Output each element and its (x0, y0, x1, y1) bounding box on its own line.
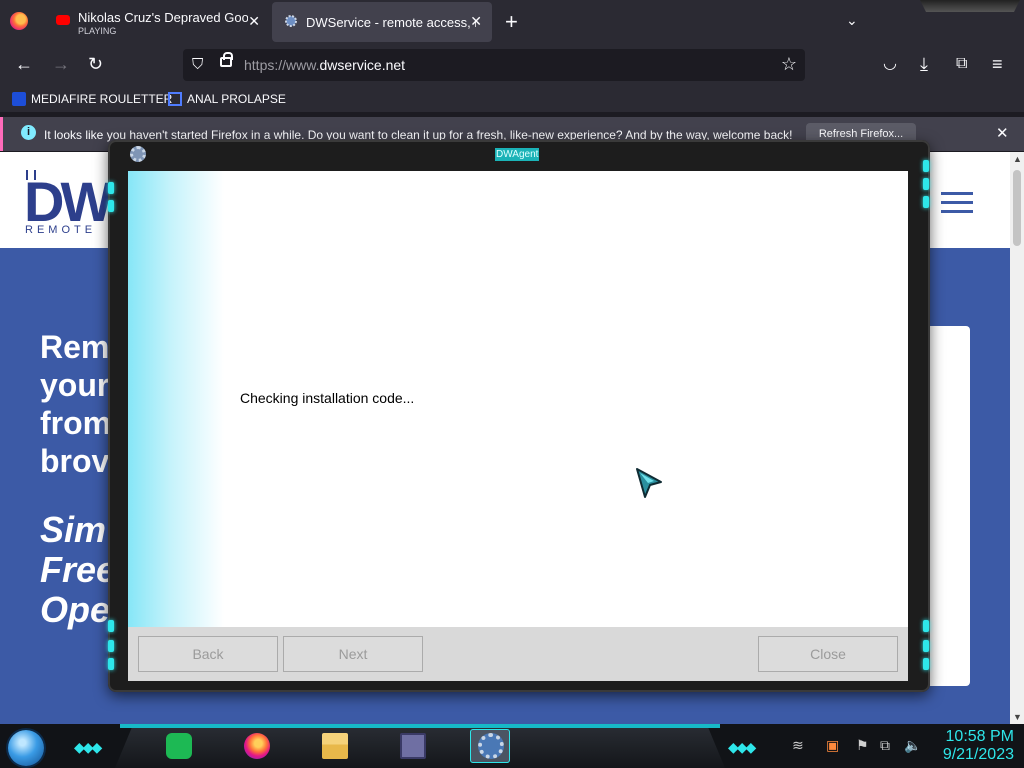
frame-light (923, 178, 929, 190)
bookmark-mediafire[interactable]: MEDIAFIRE ROULETTER (12, 92, 172, 106)
chevron-down-icon[interactable]: ⌄ (846, 12, 858, 29)
close-icon[interactable]: ✕ (248, 13, 260, 30)
site-logo-tagline: REMOTE (25, 224, 97, 236)
mouse-cursor-icon (636, 468, 662, 498)
frame-light (108, 640, 114, 652)
firefox-icon (10, 12, 28, 30)
frame-light (108, 658, 114, 670)
extensions-icon[interactable]: ⧉ (956, 54, 967, 74)
hero-italic-line: Sim (40, 509, 107, 550)
back-button[interactable]: Back (138, 636, 278, 672)
taskbar: ◆◆◆ ◆◆◆ ≋ ▣ ⚑ ⧉ 🔈 10:58 PM 9/21/2023 (0, 724, 1024, 768)
start-button[interactable] (8, 730, 44, 766)
system-clock[interactable]: 10:58 PM 9/21/2023 (930, 728, 1014, 764)
dialog-title: DWAgent (495, 148, 540, 161)
clock-date: 9/21/2023 (942, 746, 1014, 763)
scrollbar-thumb[interactable] (1013, 170, 1021, 246)
tab-title: DWService - remote access, rem (306, 15, 476, 30)
scroll-down-icon[interactable]: ▼ (1013, 712, 1022, 722)
folder-icon (322, 733, 348, 759)
taskbar-spotify[interactable] (158, 729, 198, 763)
frame-light (923, 160, 929, 172)
bookmark-second[interactable]: ANAL PROLAPSE (168, 92, 286, 106)
close-icon[interactable]: ✕ (470, 13, 482, 30)
window-icon (400, 733, 426, 759)
dialog-button-bar: Back Next Close (128, 627, 908, 681)
hamburger-menu-icon[interactable] (941, 192, 973, 219)
lock-icon[interactable] (220, 52, 233, 67)
close-icon[interactable]: ✕ (996, 124, 1009, 142)
pocket-icon[interactable]: ◡ (883, 54, 897, 74)
taskbar-accent-line (120, 724, 720, 728)
flag-icon[interactable]: ⚑ (856, 737, 869, 754)
new-tab-icon[interactable]: + (505, 9, 518, 35)
installation-status-text: Checking installation code... (240, 390, 415, 406)
frame-light (923, 658, 929, 670)
spotify-icon (166, 733, 192, 759)
page-scrollbar[interactable]: ▲ ▼ (1010, 152, 1024, 724)
bookmark-sigma-icon (168, 92, 182, 106)
hero-line: Rem (40, 329, 110, 365)
tray-overflow-icon[interactable]: ≋ (792, 737, 804, 754)
taskbar-firefox[interactable] (236, 729, 276, 763)
firefox-icon (244, 733, 270, 759)
taskbar-decoration: ◆◆◆ (728, 739, 756, 755)
frame-light (923, 620, 929, 632)
download-icon[interactable]: ⤓ (920, 54, 928, 74)
dwagent-gear-icon[interactable] (130, 146, 146, 162)
close-button[interactable]: Close (758, 636, 898, 672)
star-icon[interactable]: ☆ (781, 54, 797, 75)
frame-light (923, 196, 929, 208)
next-button[interactable]: Next (283, 636, 423, 672)
mediafire-icon (12, 92, 26, 106)
tab-youtube[interactable]: Nikolas Cruz's Depraved Google PLAYING ✕ (44, 2, 270, 42)
browser-tab-bar: Nikolas Cruz's Depraved Google PLAYING ✕… (0, 0, 1024, 44)
hero-line: brov (40, 443, 110, 479)
frame-light (923, 640, 929, 652)
hero-italic-line: Ope (40, 589, 111, 630)
dialog-side-gradient (128, 171, 224, 627)
bookmarks-bar: MEDIAFIRE ROULETTER ANAL PROLAPSE (0, 86, 1024, 112)
url-text[interactable]: https://www.dwservice.net (244, 57, 405, 73)
taskbar-dwagent[interactable] (470, 729, 510, 763)
info-icon: i (21, 125, 36, 140)
dwservice-gear-icon (285, 15, 297, 27)
back-arrow-icon[interactable]: ← (15, 54, 33, 74)
tab-title: Nikolas Cruz's Depraved Google (78, 10, 248, 25)
shield-icon[interactable]: ⛉ (192, 56, 203, 73)
volume-icon[interactable]: 🔈 (904, 737, 921, 754)
tray-app-icon[interactable]: ▣ (826, 737, 839, 754)
site-logo[interactable]: DW (24, 174, 113, 230)
menu-icon[interactable]: ≡ (992, 54, 1003, 74)
dwagent-gear-icon (478, 733, 504, 759)
frame-light (108, 200, 114, 212)
frame-light (108, 620, 114, 632)
scroll-up-icon[interactable]: ▲ (1013, 154, 1022, 164)
reload-icon[interactable]: ↻ (88, 54, 103, 74)
taskbar-app-window[interactable] (392, 729, 432, 763)
hero-line: from (40, 405, 112, 441)
url-bar[interactable]: ⛉ https://www.dwservice.net ☆ (183, 49, 805, 81)
tab-dwservice[interactable]: DWService - remote access, rem ✕ (272, 2, 492, 42)
hero-italic-line: Free (40, 549, 117, 590)
browser-nav-bar: ← → ↻ ⛉ https://www.dwservice.net ☆ ◡ ⤓ … (0, 44, 1024, 86)
tab-playing-label: PLAYING (78, 26, 117, 36)
taskbar-decoration: ◆◆◆ (74, 739, 102, 755)
taskbar-file-explorer[interactable] (314, 729, 354, 763)
dialog-body: Checking installation code... (128, 171, 908, 627)
frame-light (108, 182, 114, 194)
forward-arrow-icon[interactable]: → (52, 54, 70, 74)
hero-line: your (40, 367, 110, 403)
network-icon[interactable]: ⧉ (880, 737, 890, 754)
clock-time: 10:58 PM (945, 728, 1014, 745)
window-decoration (920, 0, 1020, 12)
youtube-icon (56, 15, 70, 25)
